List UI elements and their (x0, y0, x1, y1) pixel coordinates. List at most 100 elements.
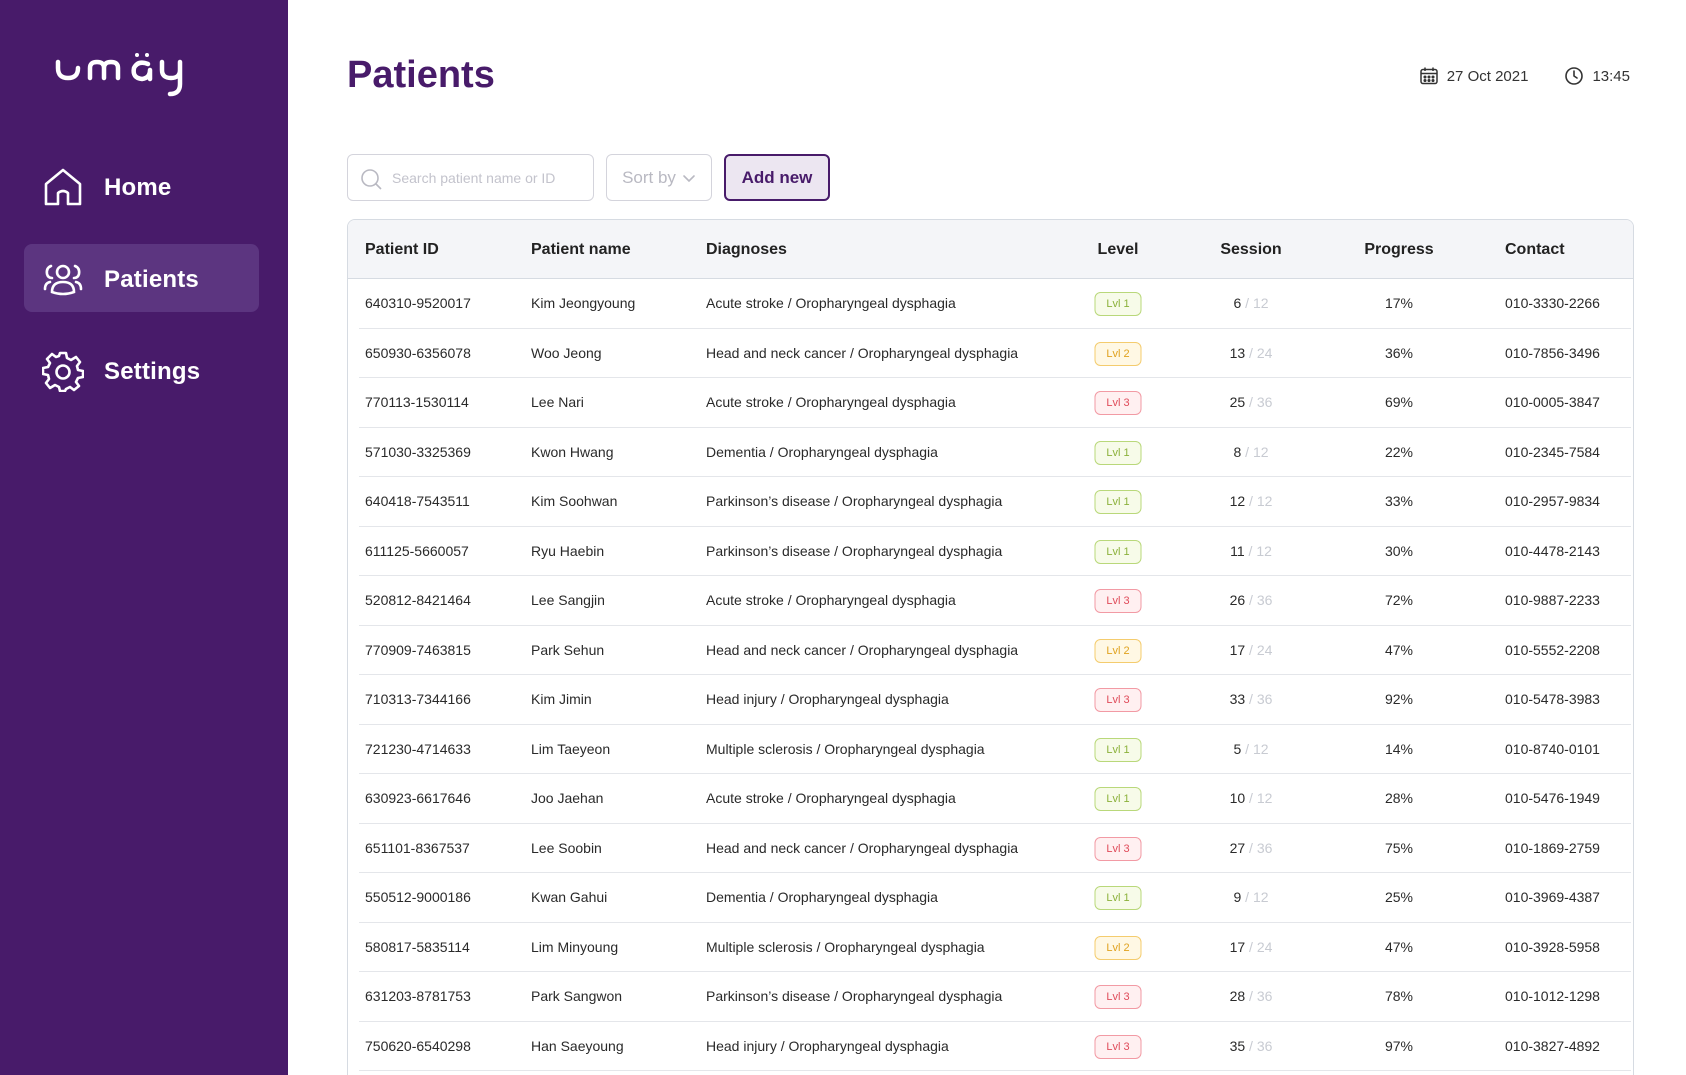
table-row[interactable]: 640310-9520017 Kim Jeongyoung Acute stroke… (359, 279, 1631, 329)
table-row[interactable]: 640418-7543511 Kim Soohwan Parkinson’s dis… (359, 477, 1631, 527)
session-completed: 35 (1229, 1037, 1246, 1054)
session-completed: 10 (1229, 790, 1246, 806)
progress-cell: 36% (1384, 344, 1414, 361)
session-completed: 13 (1229, 344, 1246, 361)
datetime: 27 Oct 2021 13:45 (1419, 66, 1630, 86)
patients-table: Patient ID Patient name Diagnoses Level … (347, 219, 1634, 1075)
sidebar-item-patients[interactable]: Patients (24, 244, 259, 312)
patient-id-cell: 721230-4714633 (365, 740, 471, 757)
diagnosis-cell: Head injury / Oropharyngeal dysphagia (706, 1037, 949, 1054)
patient-id-cell: 631203-8781753 (365, 988, 471, 1004)
diagnosis-cell: Multiple sclerosis / Oropharyngeal dysph… (706, 938, 985, 955)
session-completed: 26 (1229, 592, 1246, 608)
level-badge: Lvl 1 (1094, 737, 1142, 762)
level-badge: Lvl 1 (1094, 440, 1142, 465)
table-row[interactable]: 550512-9000186 Kwan Gahui Dementia / Oroph… (359, 873, 1631, 923)
table-row[interactable]: 571030-3325369 Kwon Hwang Dementia / Oroph… (359, 428, 1631, 477)
session-total: / 12 (1249, 790, 1273, 806)
level-badge: Lvl 3 (1094, 589, 1142, 613)
progress-cell: 28% (1384, 790, 1414, 806)
session-completed: 9 (1233, 889, 1242, 905)
level-badge: Lvl 1 (1094, 292, 1142, 316)
diagnosis-cell: Parkinson’s disease / Oropharyngeal dysp… (706, 542, 1003, 559)
sidebar-item-settings[interactable]: Settings (24, 336, 259, 404)
column-header-patient-id[interactable]: Patient ID (365, 241, 439, 259)
table-row[interactable]: 710313-7344166 Kim Jimin Head injury / Oro… (359, 675, 1631, 725)
session-cell: 27 / 36 (1230, 840, 1273, 856)
session-cell: 11 / 12 (1230, 543, 1272, 559)
table-header: Patient ID Patient name Diagnoses Level … (348, 220, 1633, 279)
table-row[interactable]: 650930-6356078 Woo Jeong Head and neck can… (359, 329, 1631, 378)
session-total: / 12 (1248, 542, 1272, 559)
contact-cell: 010-8740-0101 (1505, 740, 1600, 757)
level-badge: Lvl 2 (1094, 638, 1142, 663)
table-row[interactable]: 770909-7463815 Park Sehun Head and neck ca… (359, 626, 1631, 675)
column-header-session[interactable]: Session (1220, 241, 1281, 259)
table-row[interactable]: 580817-5835114 Lim Minyoung Multiple scler… (359, 923, 1631, 972)
add-new-button[interactable]: Add new (724, 154, 830, 201)
session-completed: 28 (1229, 988, 1246, 1004)
progress-cell: 25% (1384, 889, 1414, 905)
table-row[interactable]: 651101-8367537 Lee Soobin Head and neck ca… (359, 824, 1631, 873)
progress-cell: 75% (1384, 839, 1414, 856)
contact-cell: 010-5478-3983 (1505, 691, 1600, 707)
table-body: 640310-9520017 Kim Jeongyoung Acute stroke… (359, 279, 1631, 1071)
diagnosis-cell: Acute stroke / Oropharyngeal dysphagia (706, 394, 956, 410)
contact-cell: 010-1869-2759 (1505, 839, 1600, 856)
level-badge: Lvl 1 (1094, 490, 1142, 514)
patient-name-cell: Han Saeyoung (531, 1037, 624, 1054)
column-header-contact[interactable]: Contact (1505, 241, 1565, 259)
patient-id-cell: 580817-5835114 (365, 938, 470, 955)
diagnosis-cell: Acute stroke / Oropharyngeal dysphagia (706, 592, 956, 608)
session-cell: 26 / 36 (1230, 592, 1273, 608)
progress-cell: 92% (1384, 691, 1414, 707)
table-row[interactable]: 630923-6617646 Joo Jaehan Acute stroke / O… (359, 774, 1631, 824)
level-badge: Lvl 1 (1094, 539, 1142, 564)
session-total: / 36 (1249, 839, 1273, 856)
progress-cell: 47% (1384, 938, 1414, 955)
patient-id-cell: 550512-9000186 (365, 889, 471, 905)
session-cell: 28 / 36 (1230, 988, 1273, 1004)
table-row[interactable]: 750620-6540298 Han Saeyoung Head injury / … (359, 1022, 1631, 1071)
table-row[interactable]: 721230-4714633 Lim Taeyeon Multiple sclero… (359, 725, 1631, 774)
search-box[interactable] (347, 154, 594, 201)
session-total: / 12 (1245, 889, 1269, 905)
diagnosis-cell: Dementia / Oropharyngeal dysphagia (706, 889, 938, 905)
session-total: / 36 (1249, 592, 1273, 608)
patient-id-cell: 650930-6356078 (365, 344, 471, 361)
session-total: / 12 (1249, 493, 1273, 509)
diagnosis-cell: Head and neck cancer / Oropharyngeal dys… (706, 344, 1019, 361)
table-row[interactable]: 611125-5660057 Ryu Haebin Parkinson’s dise… (359, 527, 1631, 576)
column-header-progress[interactable]: Progress (1364, 241, 1433, 259)
patient-name-cell: Kim Soohwan (531, 493, 618, 509)
contact-cell: 010-2957-9834 (1505, 493, 1600, 509)
umay-logo[interactable] (54, 52, 224, 102)
sort-by-label: Sort by (622, 167, 676, 187)
contact-cell: 010-7856-3496 (1505, 344, 1600, 361)
column-header-diagnoses[interactable]: Diagnoses (706, 241, 787, 259)
level-badge: Lvl 1 (1094, 787, 1142, 811)
patient-id-cell: 640310-9520017 (365, 295, 471, 311)
level-badge: Lvl 1 (1094, 886, 1142, 910)
table-row[interactable]: 770113-1530114 Lee Nari Acute stroke / Oro… (359, 378, 1631, 428)
session-cell: 10 / 12 (1230, 790, 1273, 806)
sidebar-item-home[interactable]: Home (24, 152, 259, 220)
level-badge: Lvl 3 (1094, 836, 1142, 861)
session-total: / 12 (1245, 740, 1269, 757)
gear-icon (42, 351, 84, 392)
column-header-level[interactable]: Level (1098, 241, 1139, 259)
table-row[interactable]: 520812-8421464 Lee Sangjin Acute stroke / … (359, 576, 1631, 626)
progress-cell: 17% (1384, 295, 1414, 311)
sidebar-item-label: Home (104, 174, 172, 201)
session-total: / 24 (1249, 938, 1273, 955)
session-cell: 17 / 24 (1230, 939, 1273, 955)
contact-cell: 010-3330-2266 (1505, 295, 1600, 311)
patient-name-cell: Lee Nari (531, 394, 584, 410)
diagnosis-cell: Head injury / Oropharyngeal dysphagia (706, 691, 949, 707)
search-input[interactable] (392, 165, 587, 191)
session-cell: 33 / 36 (1230, 691, 1273, 707)
column-header-patient-name[interactable]: Patient name (531, 241, 631, 259)
sidebar-item-label: Patients (104, 266, 199, 293)
table-row[interactable]: 631203-8781753 Park Sangwon Parkinson’s di… (359, 972, 1631, 1022)
sort-by-dropdown[interactable]: Sort by (606, 154, 712, 201)
